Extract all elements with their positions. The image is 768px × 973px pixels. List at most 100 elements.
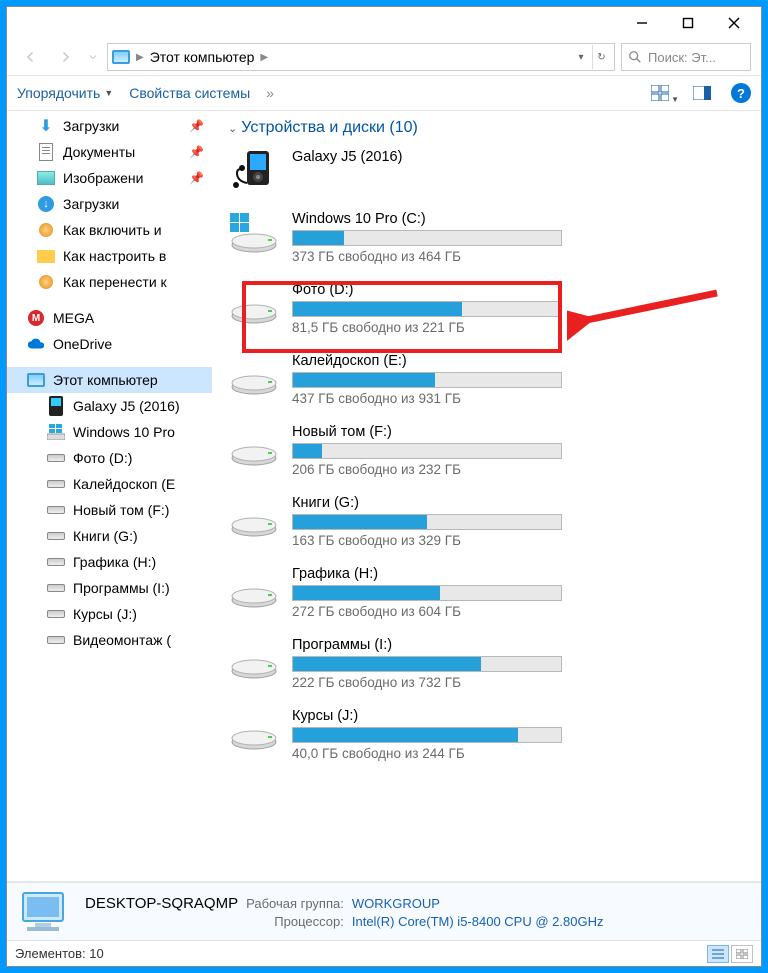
close-button[interactable]	[711, 8, 757, 38]
drive-item[interactable]: Программы (I:) 222 ГБ свободно из 732 ГБ	[222, 633, 582, 704]
sidebar-item-drive[interactable]: Программы (I:)	[7, 575, 212, 601]
drive-icon	[47, 579, 65, 597]
view-icons-button[interactable]	[731, 945, 753, 963]
drive-icon	[228, 566, 280, 610]
device-galaxy-j5[interactable]: Galaxy J5 (2016)	[222, 145, 582, 207]
onedrive-icon	[27, 335, 45, 353]
drive-usage-bar	[292, 585, 562, 601]
drive-icon	[47, 553, 65, 571]
sidebar-item-drive[interactable]: Galaxy J5 (2016)	[7, 393, 212, 419]
img-icon	[37, 169, 55, 187]
drive-item[interactable]: Книги (G:)163 ГБ свободно из 329 ГБ	[222, 491, 582, 562]
sidebar-item[interactable]: Документы📌	[7, 139, 212, 165]
sidebar-item-label: Документы	[63, 144, 135, 160]
search-input[interactable]: Поиск: Эт...	[621, 43, 751, 71]
search-icon	[628, 50, 642, 64]
sidebar-item-drive[interactable]: Калейдоскоп (E	[7, 471, 212, 497]
toolbar-overflow-button[interactable]: »	[266, 85, 274, 101]
sidebar-item-label: Загрузки	[63, 118, 119, 134]
view-details-button[interactable]	[707, 945, 729, 963]
nav-recent-button[interactable]	[85, 43, 101, 71]
toolbar: Упорядочить▼ Свойства системы » ▼ ?	[7, 75, 761, 111]
system-properties-button[interactable]: Свойства системы	[129, 85, 250, 101]
sidebar-item-onedrive[interactable]: OneDrive	[7, 331, 212, 357]
drive-item[interactable]: Калейдоскоп (E:) 437 ГБ свободно из 931 Г…	[222, 349, 582, 420]
sidebar-item-label: Фото (D:)	[73, 450, 132, 466]
organize-button[interactable]: Упорядочить▼	[17, 85, 113, 101]
layout-button[interactable]: ▼	[647, 80, 673, 106]
sidebar-item-drive[interactable]: Видеомонтаж (	[7, 627, 212, 653]
this-pc-icon	[112, 50, 130, 64]
drive-icon	[228, 353, 280, 397]
chevron-down-icon: ⌄	[228, 122, 237, 135]
drive-icon	[47, 631, 65, 649]
titlebar	[7, 7, 761, 39]
sidebar-item[interactable]: ⬇Загрузки📌	[7, 113, 212, 139]
workgroup-label: Рабочая группа:	[246, 896, 344, 911]
drive-usage-bar	[292, 656, 562, 672]
pin-icon: 📌	[189, 171, 204, 185]
sidebar-item-this-pc[interactable]: Этот компьютер	[7, 367, 212, 393]
sidebar-item-label: Калейдоскоп (E	[73, 476, 175, 492]
body: ⬇ Загрузки 📌 Документы📌Изображени 📌↓Загрузки…	[7, 111, 761, 882]
drive-subtext: 373 ГБ свободно из 464 ГБ	[292, 249, 576, 264]
maximize-button[interactable]	[665, 8, 711, 38]
sidebar-item-label: Видеомонтаж (	[73, 632, 171, 648]
sidebar-item-label: Загрузки	[63, 196, 119, 212]
sidebar-item-label: MEGA	[53, 310, 94, 326]
drive-title: Калейдоскоп (E:)	[292, 353, 576, 369]
sidebar-item[interactable]: Изображени 📌	[7, 165, 212, 191]
address-bar[interactable]: ▶ Этот компьютер ▶ ▾↻	[107, 43, 615, 71]
drive-usage-bar	[292, 372, 562, 388]
drive-item[interactable]: Графика (H:)272 ГБ свободно из 604 ГБ	[222, 562, 582, 633]
drive-usage-bar	[292, 514, 562, 530]
sidebar-item-drive[interactable]: Новый том (F:)	[7, 497, 212, 523]
sidebar-item-drive[interactable]: Windows 10 Pro	[7, 419, 212, 445]
orange-icon	[37, 221, 55, 239]
drive-icon	[228, 637, 280, 681]
drive-item[interactable]: Windows 10 Pro (C:)373 ГБ свободно из 46…	[222, 207, 582, 278]
drive-icon	[47, 527, 65, 545]
address-row: ▶ Этот компьютер ▶ ▾↻ Поиск: Эт...	[7, 39, 761, 75]
search-placeholder: Поиск: Эт...	[648, 50, 716, 65]
drive-title: Программы (I:)	[292, 637, 576, 653]
drive-subtext: 437 ГБ свободно из 931 ГБ	[292, 391, 576, 406]
drive-title: Курсы (J:)	[292, 708, 576, 724]
help-button[interactable]: ?	[731, 83, 751, 103]
group-header[interactable]: ⌄ Устройства и диски (10)	[222, 115, 761, 145]
computer-name: DESKTOP-SQRAQMP	[85, 895, 238, 912]
preview-pane-button[interactable]	[689, 80, 715, 106]
drive-usage-bar	[292, 230, 562, 246]
sidebar-item-mega[interactable]: MMEGA	[7, 305, 212, 331]
drive-icon	[47, 501, 65, 519]
sidebar-item[interactable]: Как перенести к	[7, 269, 212, 295]
nav-forward-button[interactable]	[51, 43, 79, 71]
drive-item[interactable]: Новый том (F:)206 ГБ свободно из 232 ГБ	[222, 420, 582, 491]
sidebar-item[interactable]: ↓Загрузки	[7, 191, 212, 217]
cpu-value: Intel(R) Core(TM) i5-8400 CPU @ 2.80GHz	[352, 914, 604, 929]
breadcrumb[interactable]: Этот компьютер	[150, 49, 255, 65]
sidebar-item-drive[interactable]: Графика (H:)	[7, 549, 212, 575]
nav-back-button[interactable]	[17, 43, 45, 71]
sidebar-item[interactable]: Как включить и	[7, 217, 212, 243]
drive-item[interactable]: Курсы (J:)40,0 ГБ свободно из 244 ГБ	[222, 704, 582, 775]
sidebar-item-drive[interactable]: Книги (G:)	[7, 523, 212, 549]
sidebar-item-label: Курсы (J:)	[73, 606, 137, 622]
download-icon: ⬇	[37, 117, 55, 135]
sidebar-item-label: Изображени	[63, 170, 143, 186]
status-bar: Элементов: 10	[7, 940, 761, 966]
sidebar-item-label: Новый том (F:)	[73, 502, 169, 518]
sidebar-item[interactable]: Как настроить в	[7, 243, 212, 269]
sidebar-item-label: Книги (G:)	[73, 528, 138, 544]
doc-icon	[37, 143, 55, 161]
sidebar[interactable]: ⬇ Загрузки 📌 Документы📌Изображени 📌↓Загрузки…	[7, 111, 212, 881]
main-pane[interactable]: ⌄ Устройства и диски (10) Galaxy J5 (201…	[212, 111, 761, 881]
sidebar-item-drive[interactable]: Фото (D:)	[7, 445, 212, 471]
chevron-right-icon: ▶	[260, 52, 268, 63]
sidebar-item-drive[interactable]: Курсы (J:)	[7, 601, 212, 627]
drive-subtext: 222 ГБ свободно из 732 ГБ	[292, 675, 576, 690]
address-dropdown[interactable]: ▾↻	[572, 45, 610, 69]
drive-item[interactable]: Фото (D:)81,5 ГБ свободно из 221 ГБ	[222, 278, 582, 349]
media-player-icon	[228, 149, 280, 193]
minimize-button[interactable]	[619, 8, 665, 38]
